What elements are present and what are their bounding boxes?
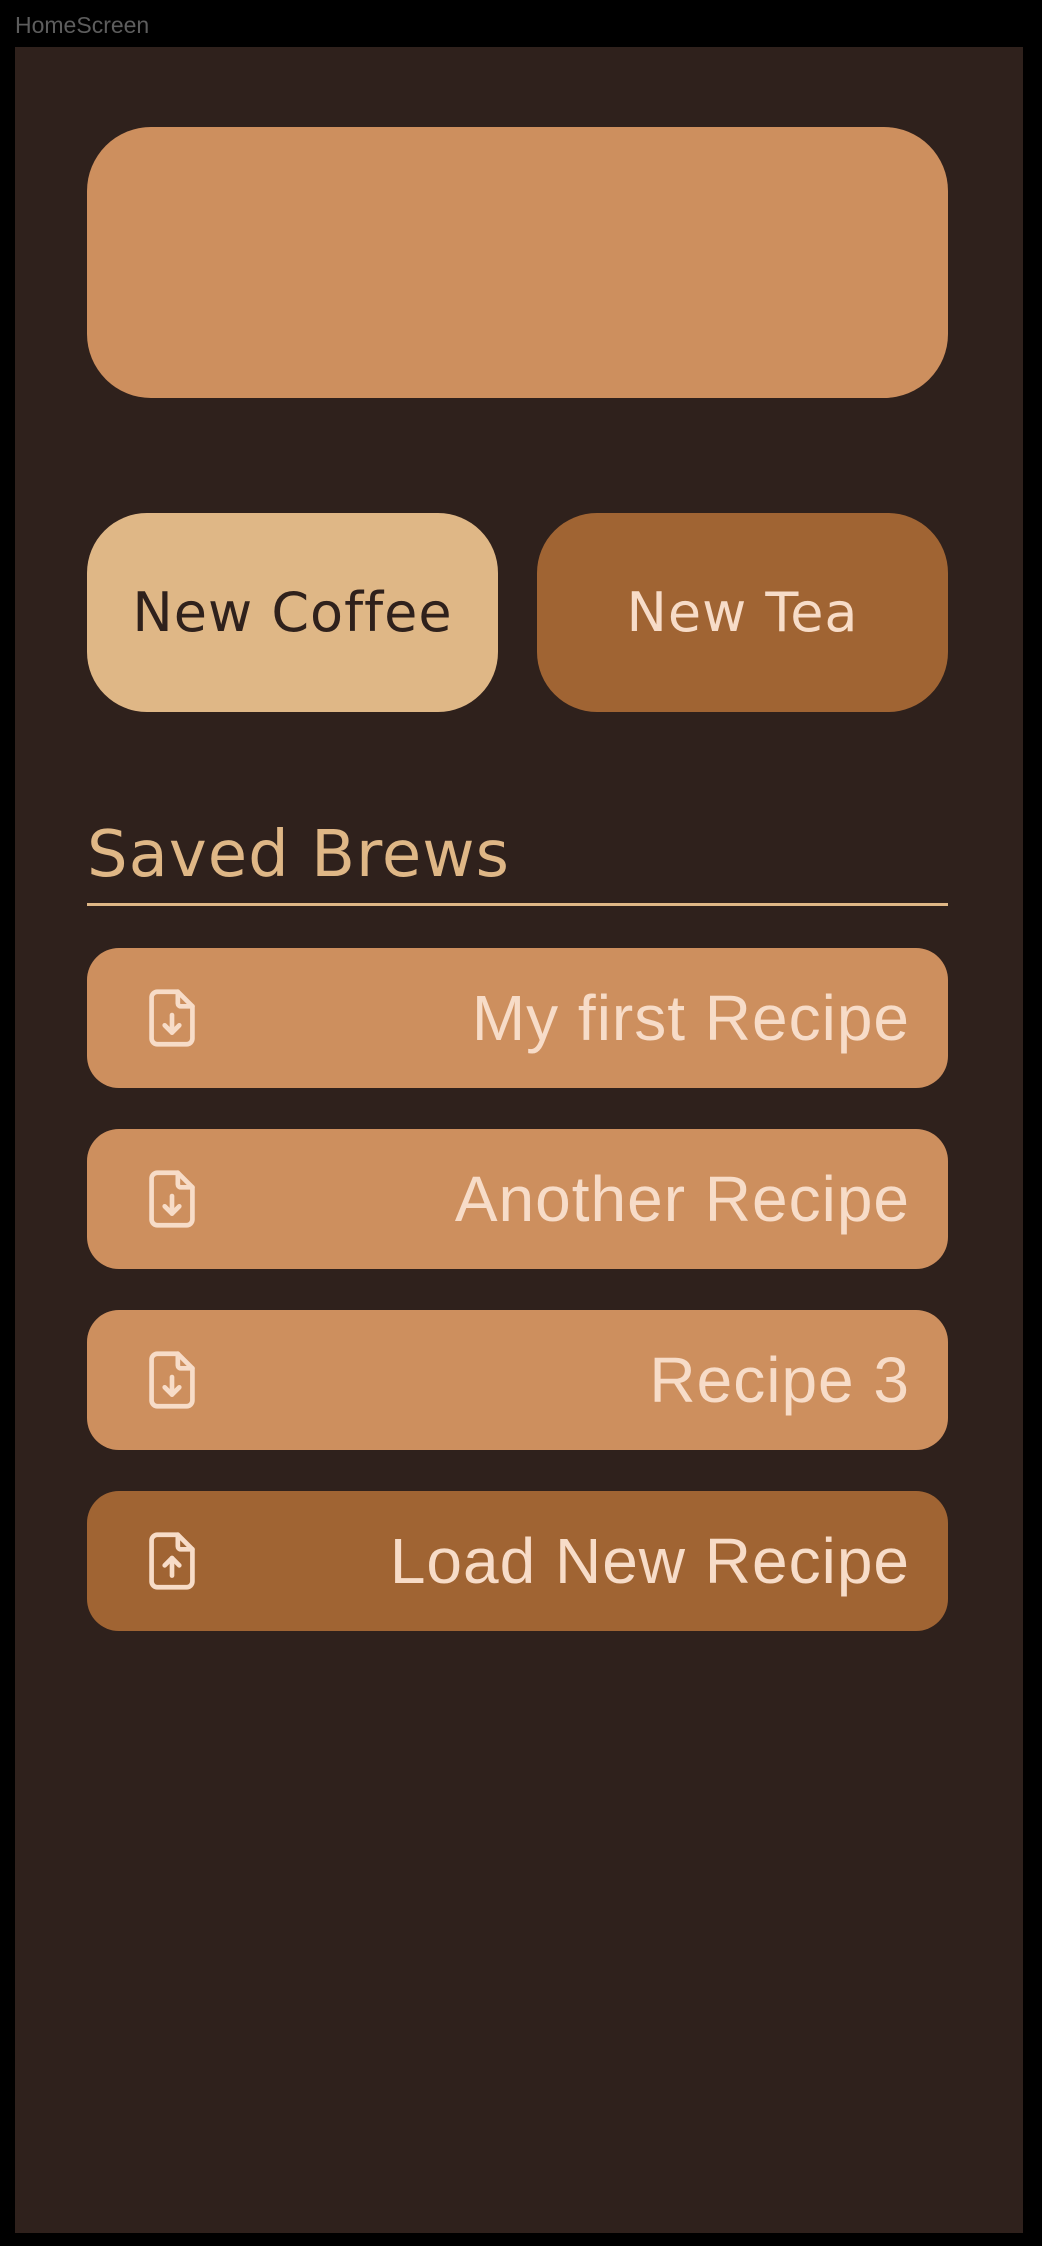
file-download-icon xyxy=(149,1351,195,1409)
recipe-item[interactable]: Another Recipe xyxy=(87,1129,948,1269)
recipe-label: Another Recipe xyxy=(454,1163,910,1235)
new-tea-button[interactable]: New Tea xyxy=(537,513,948,712)
load-new-recipe-label: Load New Recipe xyxy=(389,1525,910,1597)
section-divider xyxy=(87,903,948,906)
recipe-item[interactable]: My first Recipe xyxy=(87,948,948,1088)
recipe-label: Recipe 3 xyxy=(649,1344,910,1416)
load-new-recipe-button[interactable]: Load New Recipe xyxy=(87,1491,948,1631)
file-upload-icon xyxy=(149,1532,195,1590)
recipe-item[interactable]: Recipe 3 xyxy=(87,1310,948,1450)
home-screen: New Coffee New Tea Saved Brews My first … xyxy=(15,47,1023,2233)
banner-card xyxy=(87,127,948,398)
file-download-icon xyxy=(149,989,195,1047)
file-download-icon xyxy=(149,1170,195,1228)
saved-brews-title: Saved Brews xyxy=(87,818,510,892)
new-coffee-button[interactable]: New Coffee xyxy=(87,513,498,712)
frame-label: HomeScreen xyxy=(15,12,150,38)
saved-brews-list: My first Recipe Another Recipe Recipe 3 xyxy=(87,948,948,1672)
recipe-label: My first Recipe xyxy=(471,982,910,1054)
